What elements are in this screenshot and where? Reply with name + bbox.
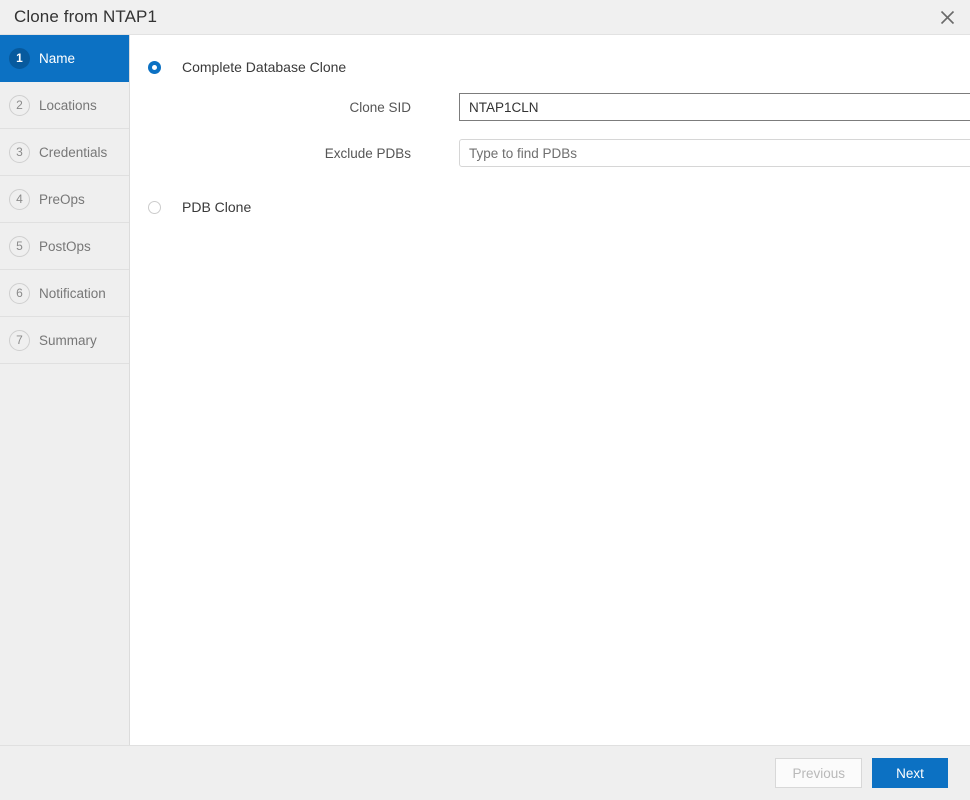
- dialog-body: 1 Name 2 Locations 3 Credentials 4 PreOp…: [0, 35, 970, 745]
- previous-button[interactable]: Previous: [775, 758, 862, 788]
- close-icon: [940, 10, 955, 25]
- step-number-badge: 6: [9, 283, 30, 304]
- dialog-title: Clone from NTAP1: [0, 7, 157, 27]
- step-label: PostOps: [39, 239, 91, 254]
- field-row-clone-sid: Clone SID: [130, 93, 970, 121]
- step-label: Summary: [39, 333, 97, 348]
- option-label-complete-database-clone: Complete Database Clone: [182, 59, 346, 75]
- option-complete-database-clone[interactable]: Complete Database Clone: [130, 59, 970, 75]
- sidebar-step-name[interactable]: 1 Name: [0, 35, 129, 82]
- step-label: Name: [39, 51, 75, 66]
- exclude-pdbs-input[interactable]: [459, 139, 970, 167]
- clone-wizard-dialog: Clone from NTAP1 1 Name 2 Locations 3: [0, 0, 970, 800]
- dialog-header: Clone from NTAP1: [0, 0, 970, 35]
- option-pdb-clone[interactable]: PDB Clone: [130, 199, 970, 215]
- sidebar-step-preops[interactable]: 4 PreOps: [0, 176, 129, 223]
- step-label: Notification: [39, 286, 106, 301]
- step-label: Locations: [39, 98, 97, 113]
- sidebar-step-notification[interactable]: 6 Notification: [0, 270, 129, 317]
- step-number-badge: 5: [9, 236, 30, 257]
- step-number-badge: 7: [9, 330, 30, 351]
- step-label: PreOps: [39, 192, 85, 207]
- sidebar-filler: [0, 364, 129, 745]
- sidebar-step-credentials[interactable]: 3 Credentials: [0, 129, 129, 176]
- sidebar-step-postops[interactable]: 5 PostOps: [0, 223, 129, 270]
- step-number-badge: 1: [9, 48, 30, 69]
- step-number-badge: 3: [9, 142, 30, 163]
- step-number-badge: 4: [9, 189, 30, 210]
- sidebar-step-locations[interactable]: 2 Locations: [0, 82, 129, 129]
- radio-complete-database-clone[interactable]: [148, 61, 161, 74]
- wizard-step-sidebar: 1 Name 2 Locations 3 Credentials 4 PreOp…: [0, 35, 130, 745]
- option-label-pdb-clone: PDB Clone: [182, 199, 251, 215]
- clone-sid-input[interactable]: [459, 93, 970, 121]
- step-number-badge: 2: [9, 95, 30, 116]
- label-clone-sid: Clone SID: [130, 100, 411, 115]
- field-row-exclude-pdbs: Exclude PDBs: [130, 139, 970, 167]
- sidebar-step-summary[interactable]: 7 Summary: [0, 317, 129, 364]
- radio-pdb-clone[interactable]: [148, 201, 161, 214]
- label-exclude-pdbs: Exclude PDBs: [130, 146, 411, 161]
- next-button[interactable]: Next: [872, 758, 948, 788]
- step-label: Credentials: [39, 145, 107, 160]
- dialog-footer: Previous Next: [0, 745, 970, 800]
- wizard-content-panel: Complete Database Clone Clone SID Exclud…: [130, 35, 970, 745]
- close-button[interactable]: [924, 0, 970, 34]
